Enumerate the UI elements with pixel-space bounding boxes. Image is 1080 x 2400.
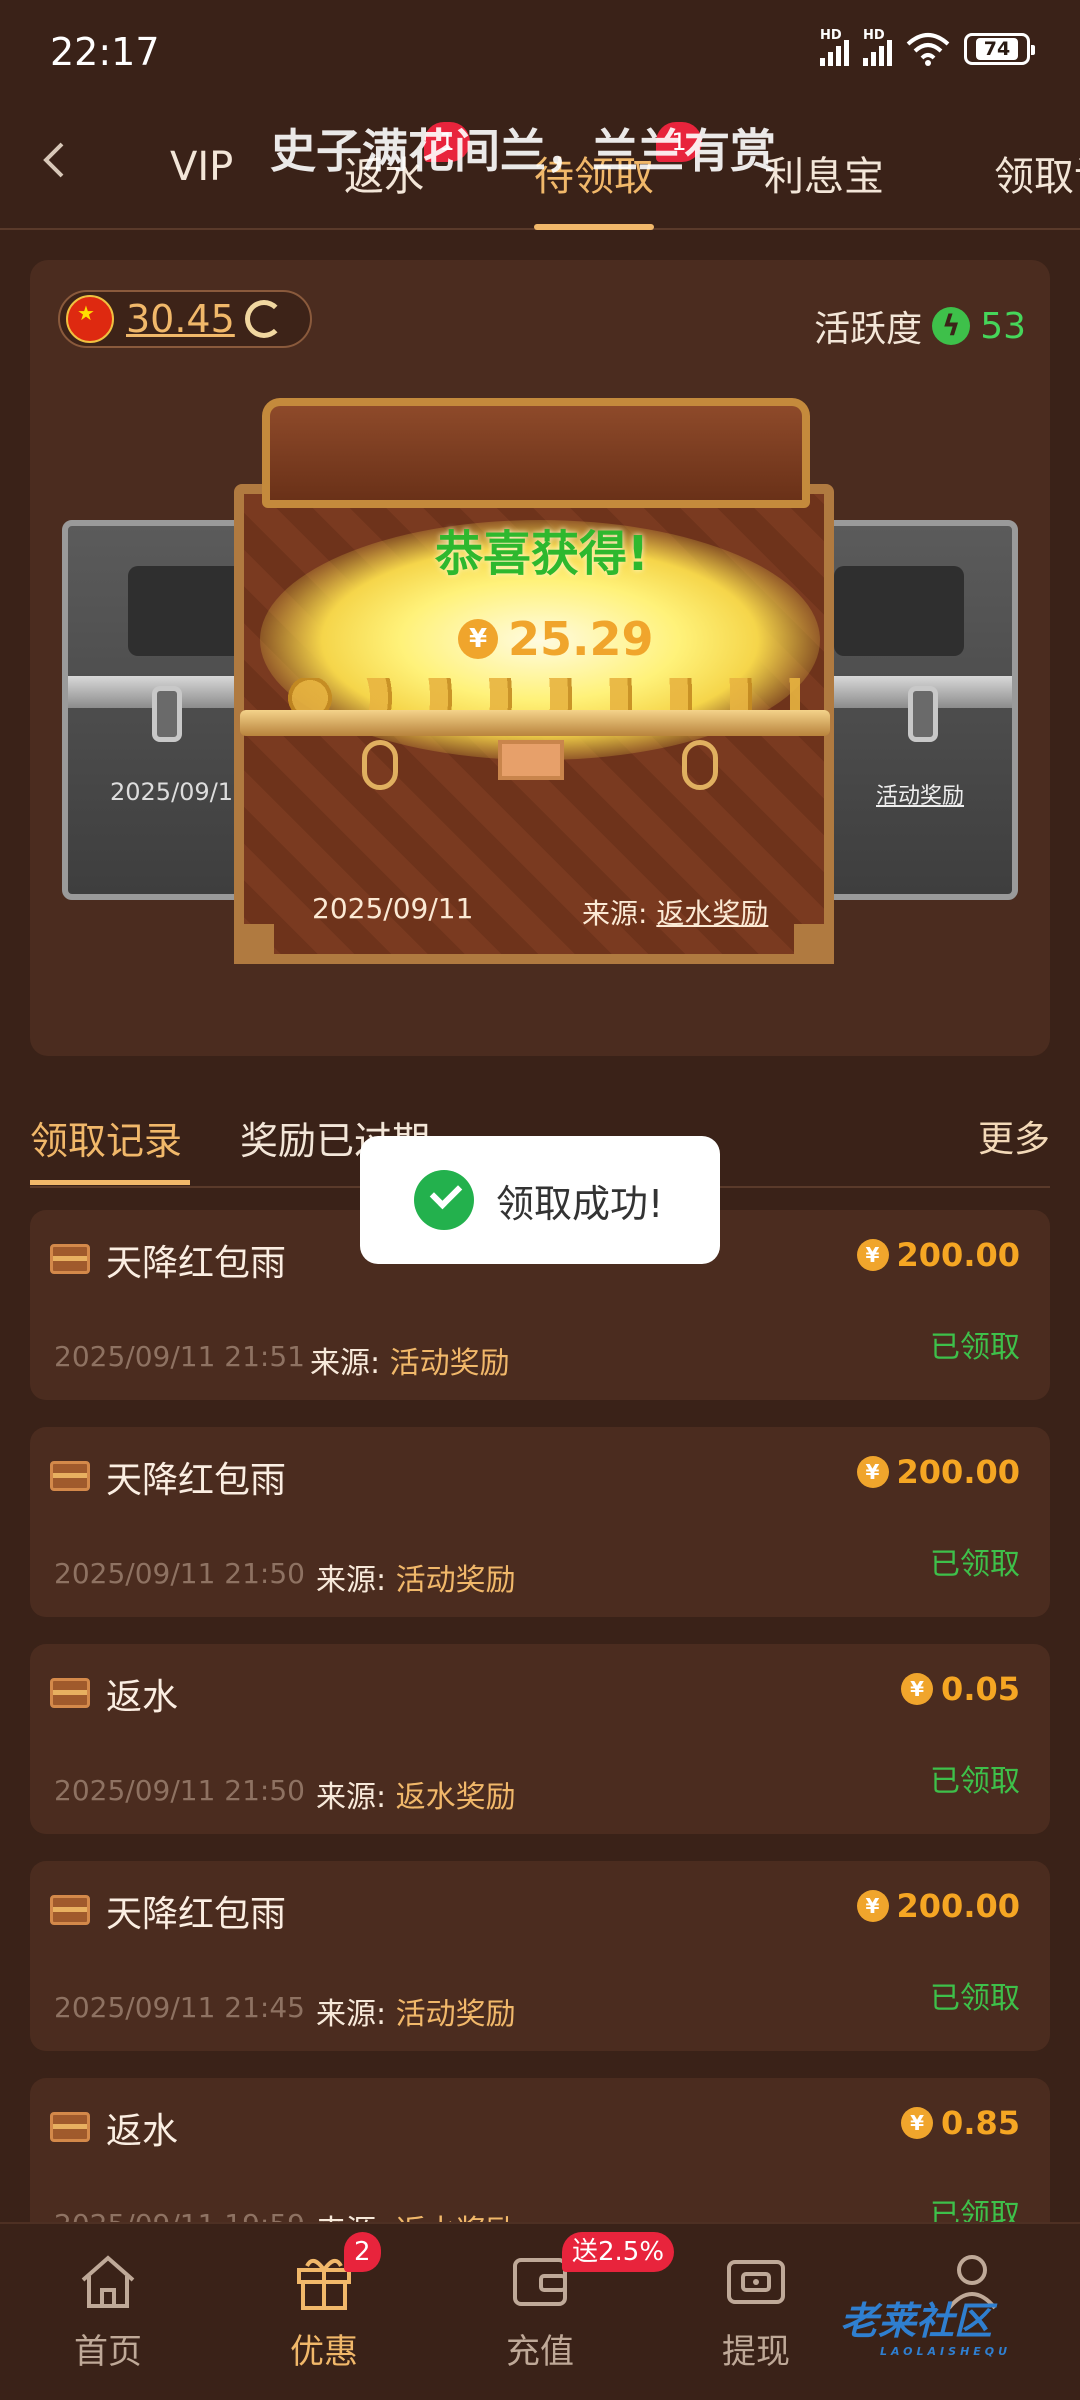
toast-message: 领取成功! xyxy=(496,1181,664,1226)
yen-coin-icon: ¥ xyxy=(458,619,498,659)
record-item[interactable]: 天降红包雨 ¥200.00 2025/09/11 21:45 来源: 活动奖励 … xyxy=(30,1861,1050,2051)
battery-icon: 74 xyxy=(964,33,1035,65)
home-icon xyxy=(81,2255,135,2308)
treasure-chest-icon xyxy=(50,2112,90,2142)
treasure-chest-lid xyxy=(262,398,810,508)
status-badge: 已领取 xyxy=(930,1981,1020,2016)
yen-coin-icon: ¥ xyxy=(901,1673,934,1705)
yen-coin-icon: ¥ xyxy=(856,1456,889,1488)
balance-value: 30.45 xyxy=(126,297,235,341)
chest-latch-left xyxy=(362,740,398,790)
checkmark-icon xyxy=(414,1170,474,1230)
tab-claim-records-list[interactable]: 领取记录 xyxy=(30,1110,182,1165)
side-chest-right-source: 活动奖励 xyxy=(876,784,965,809)
tab-claim-records[interactable]: 领取记 xyxy=(994,144,1080,202)
treasure-title: 史子满花间兰，兰兰有赏 xyxy=(270,124,776,178)
china-flag-icon xyxy=(66,295,114,343)
status-badge: 已领取 xyxy=(930,1764,1020,1799)
chest-date: 2025/09/11 xyxy=(312,892,474,925)
status-badge: 已领取 xyxy=(930,1330,1020,1365)
chest-latch-right xyxy=(682,740,718,790)
yen-coin-icon: ¥ xyxy=(901,2107,934,2139)
status-time: 22:17 xyxy=(50,30,160,74)
more-link[interactable]: 更多 xyxy=(978,1110,1050,1162)
side-chest-right[interactable] xyxy=(812,520,1018,900)
yen-coin-icon: ¥ xyxy=(856,1239,889,1271)
signal-icon: HD xyxy=(863,28,892,66)
status-icons: HD HD 74 xyxy=(820,28,1035,66)
chest-source: 来源: 返水奖励 xyxy=(582,897,769,930)
refresh-icon[interactable] xyxy=(244,300,283,338)
treasure-chest-rim xyxy=(240,710,830,736)
promotions-badge: 2 xyxy=(344,2232,381,2272)
nav-home[interactable]: 首页 xyxy=(38,2250,178,2373)
activity-score: 活跃度 ϟ 53 xyxy=(814,305,1026,351)
status-bar: 22:17 HD HD 74 xyxy=(0,0,1080,110)
tab-vip[interactable]: VIP xyxy=(170,144,233,190)
balance-pill[interactable]: 30.45 xyxy=(58,290,312,348)
chest-clasp xyxy=(498,740,564,780)
treasure-chest-icon xyxy=(50,1461,90,1491)
withdraw-icon xyxy=(727,2260,785,2304)
treasure-chest-icon xyxy=(50,1244,90,1274)
congrats-text: 恭喜获得! xyxy=(435,526,649,582)
side-chest-left-date: 2025/09/11 xyxy=(110,778,249,806)
wifi-icon xyxy=(906,33,950,66)
active-tab-indicator xyxy=(534,224,654,230)
deposit-bonus-badge: 送2.5% xyxy=(562,2232,675,2272)
signal-icon: HD xyxy=(820,28,849,66)
lightning-icon: ϟ xyxy=(932,307,971,345)
record-item[interactable]: 天降红包雨 ¥200.00 2025/09/11 21:50 来源: 活动奖励 … xyxy=(30,1427,1050,1617)
yen-coin-icon: ¥ xyxy=(856,1890,889,1922)
tab-interest[interactable]: 利息宝 xyxy=(764,144,884,202)
record-tab-indicator xyxy=(30,1180,190,1185)
status-badge: 已领取 xyxy=(930,1547,1020,1582)
success-toast: 领取成功! xyxy=(360,1136,720,1264)
treasure-chest-icon xyxy=(50,1895,90,1925)
nav-withdraw[interactable]: 提现 xyxy=(686,2250,826,2373)
win-amount: ¥ 25.29 xyxy=(458,612,654,666)
record-item[interactable]: 返水 ¥0.05 2025/09/11 21:50 来源: 返水奖励 已领取 xyxy=(30,1644,1050,1834)
treasure-chest-icon xyxy=(50,1678,90,1708)
watermark-logo: 老莱社区 LAOLAISHEQU xyxy=(840,2299,1012,2358)
back-arrow-icon[interactable] xyxy=(36,140,76,180)
